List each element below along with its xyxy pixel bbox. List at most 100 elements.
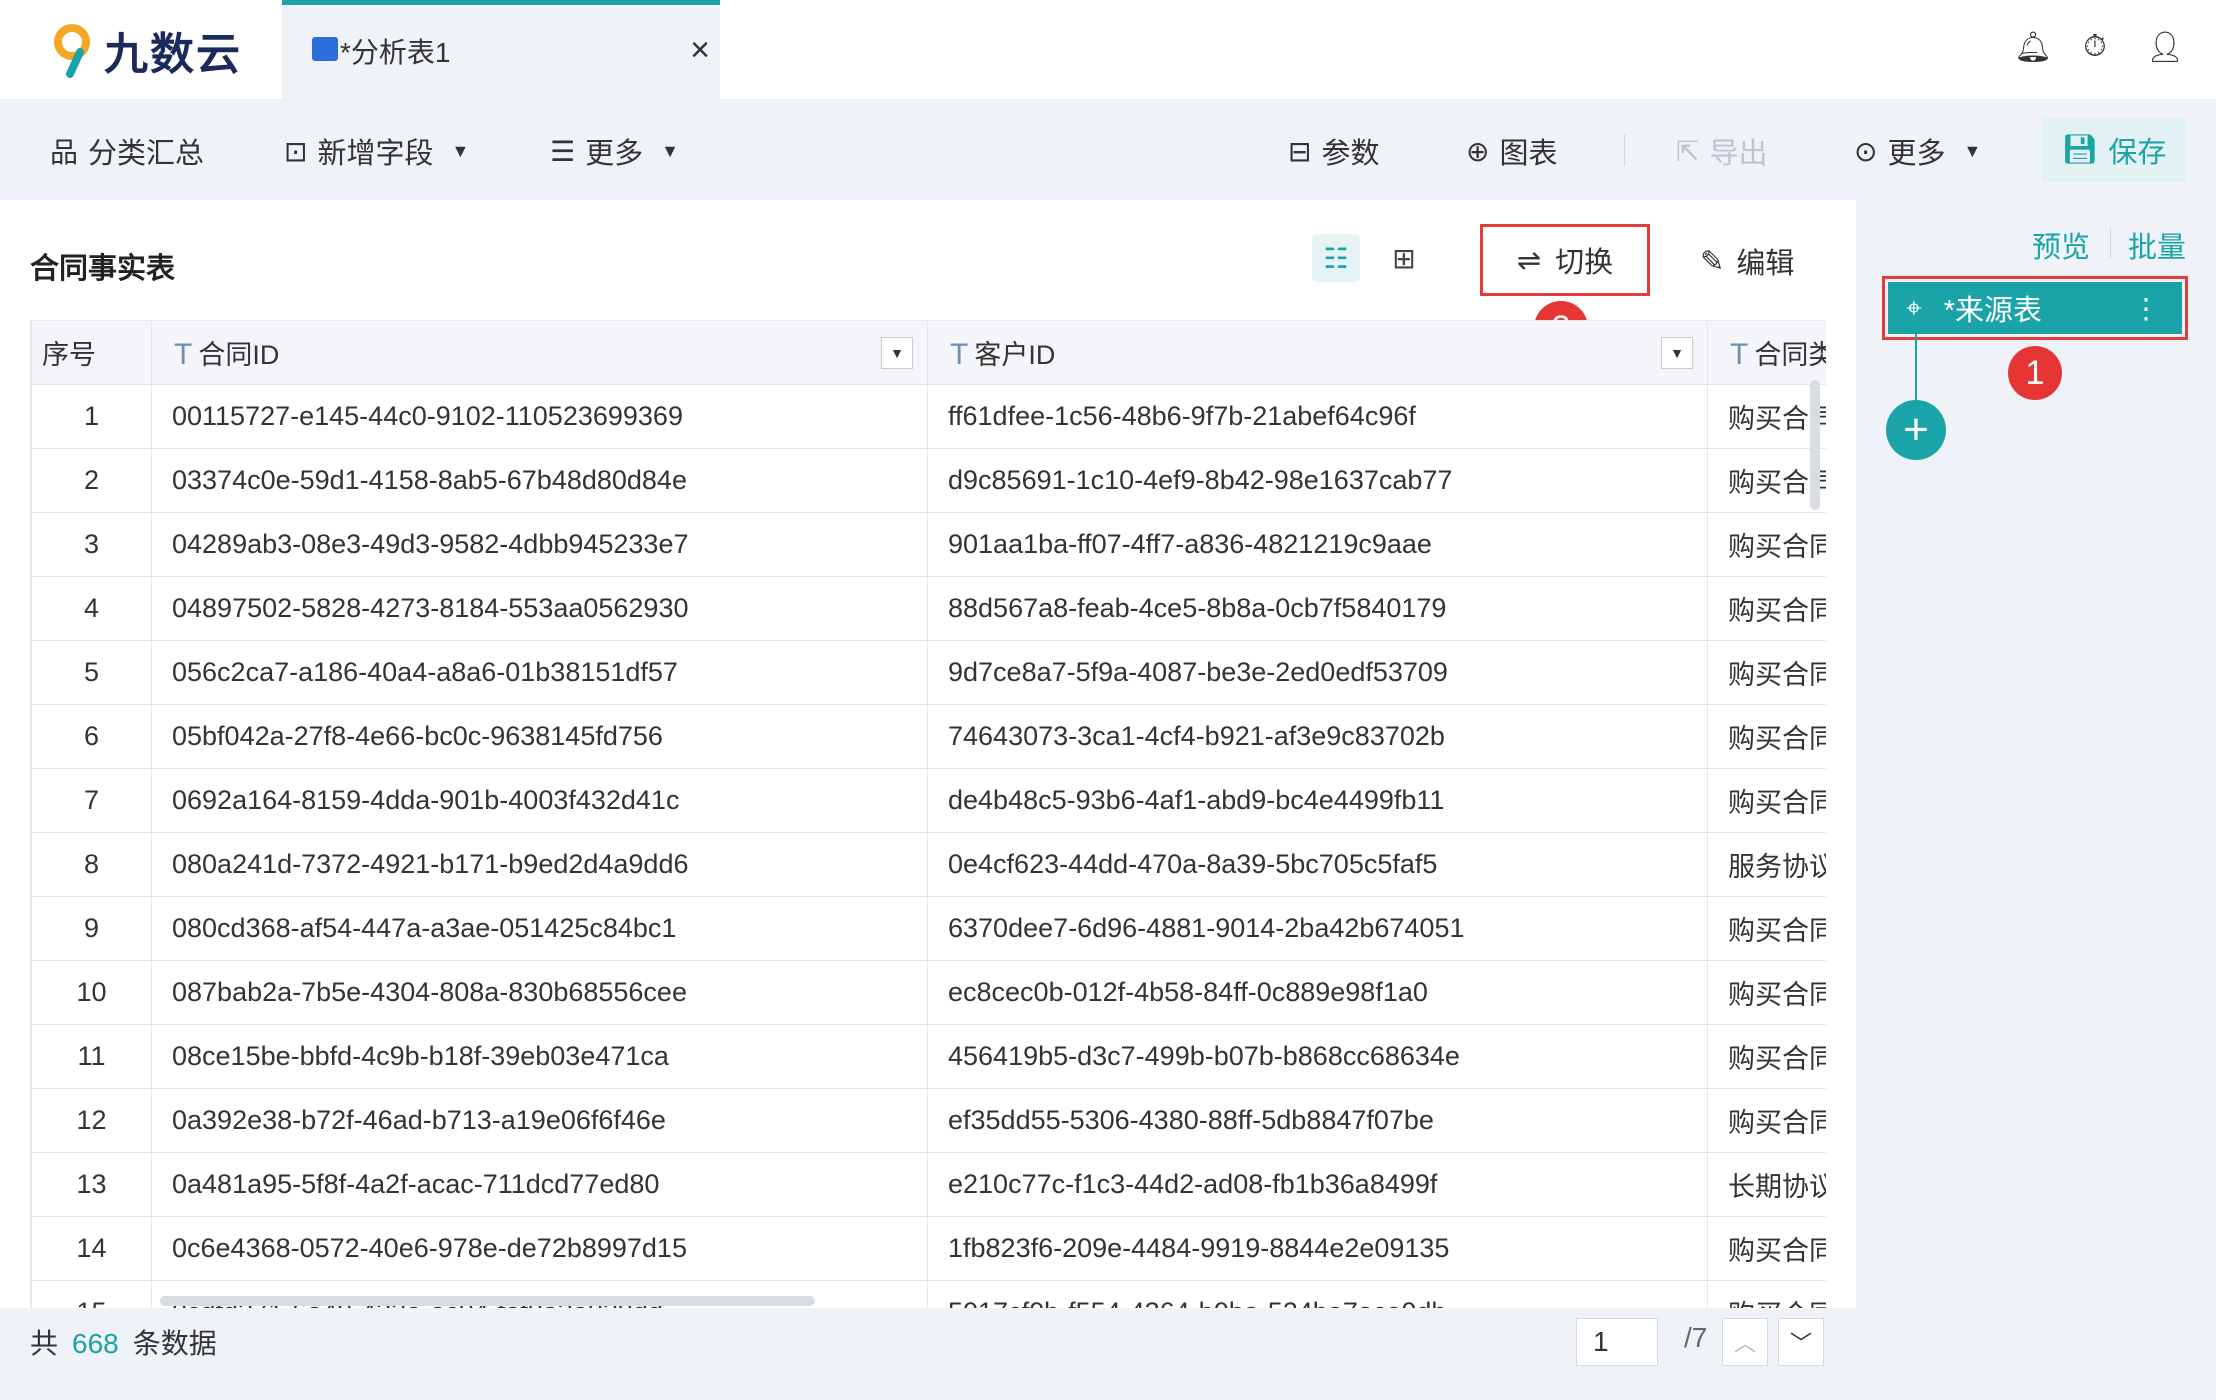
table-row[interactable]: 2 03374c0e-59d1-4158-8ab5-67b48d80d84e d9c…	[31, 448, 1826, 513]
user-icon[interactable]: 👤︎	[2146, 30, 2184, 65]
tab-analysis-1[interactable]: *分析表1 ×	[282, 0, 720, 100]
cell-contract-id: 00115727-e145-44c0-9102-110523699369	[151, 384, 928, 449]
group-summary-button[interactable]: 品 分类汇总	[50, 130, 204, 172]
add-field-button[interactable]: ⊡ 新增字段 ▼	[284, 130, 469, 172]
cell-customer-id: 0e4cf623-44dd-470a-8a39-5bc705c5faf5	[927, 832, 1708, 897]
list-icon: ☰	[550, 135, 576, 167]
caret-down-icon: ▼	[1963, 140, 1982, 161]
cell-seq: 8	[31, 832, 152, 897]
batch-link[interactable]: 批量	[2128, 224, 2186, 266]
add-node-button[interactable]: +	[1886, 400, 1946, 460]
group-summary-label: 分类汇总	[88, 138, 205, 170]
cell-contract-type: 购买合同	[1707, 896, 1826, 961]
page-input[interactable]: 1	[1576, 1318, 1658, 1366]
caret-down-icon: ▼	[661, 140, 679, 161]
cell-contract-id: 080cd368-af54-447a-a3ae-051425c84bc1	[151, 896, 928, 961]
count-value: 668	[72, 1328, 119, 1359]
table-row[interactable]: 6 05bf042a-27f8-4e66-bc0c-9638145fd756 746…	[31, 704, 1826, 769]
dropdown-icon[interactable]: ▼	[881, 337, 913, 369]
table-row[interactable]: 1 00115727-e145-44c0-9102-110523699369 ff6…	[31, 384, 1826, 449]
cell-contract-id: 0c6e4368-0572-40e6-978e-de72b8997d15	[151, 1216, 928, 1281]
table-row[interactable]: 10 087bab2a-7b5e-4304-808a-830b68556cee ec…	[31, 960, 1826, 1025]
cell-contract-type: 购买合同	[1707, 576, 1826, 641]
horizontal-scrollbar[interactable]	[160, 1296, 815, 1306]
cell-contract-type: 长期协议	[1707, 1152, 1826, 1217]
export-label: 导出	[1709, 138, 1768, 170]
table-row[interactable]: 7 0692a164-8159-4dda-901b-4003f432d41c de4…	[31, 768, 1826, 833]
ellipsis-circle-icon: ⊙	[1854, 135, 1878, 167]
source-table-node[interactable]: ⌖ *来源表 ⋮	[1888, 282, 2182, 334]
table-row[interactable]: 11 08ce15be-bbfd-4c9b-b18f-39eb03e471ca 45…	[31, 1024, 1826, 1089]
swap-icon: ⇌	[1516, 244, 1542, 277]
column-header-customer-id[interactable]: T 客户ID ▼	[927, 320, 1708, 385]
toolbar-divider	[1624, 134, 1625, 166]
cell-contract-type: 购买合同	[1707, 1024, 1826, 1089]
cell-customer-id: 88d567a8-feab-4ce5-8b8a-0cb7f5840179	[927, 576, 1708, 641]
vertical-scrollbar[interactable]	[1810, 380, 1820, 510]
switch-button[interactable]: ⇌ 切换	[1480, 224, 1650, 296]
table-row[interactable]: 14 0c6e4368-0572-40e6-978e-de72b8997d15 1f…	[31, 1216, 1826, 1281]
count-suffix: 条数据	[132, 1328, 217, 1359]
timer-icon[interactable]: ⏱︎	[2080, 30, 2110, 65]
cell-contract-type: 购买合同	[1707, 768, 1826, 833]
column-label: 合同ID	[198, 340, 280, 370]
table-row[interactable]: 8 080a241d-7372-4921-b171-b9ed2d4a9dd6 0e4…	[31, 832, 1826, 897]
switch-label: 切换	[1555, 247, 1614, 279]
cell-customer-id: 901aa1ba-ff07-4ff7-a836-4821219c9aae	[927, 512, 1708, 577]
cell-contract-type: 购买合同	[1707, 448, 1826, 513]
export-icon: ⇱	[1676, 135, 1700, 167]
table-row[interactable]: 5 056c2ca7-a186-40a4-a8a6-01b38151df57 9d7…	[31, 640, 1826, 705]
more-left-button[interactable]: ☰ 更多 ▼	[550, 130, 679, 172]
cell-contract-id: 080a241d-7372-4921-b171-b9ed2d4a9dd6	[151, 832, 928, 897]
table-row[interactable]: 9 080cd368-af54-447a-a3ae-051425c84bc1 637…	[31, 896, 1826, 961]
table-row[interactable]: 3 04289ab3-08e3-49d3-9582-4dbb945233e7 901…	[31, 512, 1826, 577]
top-icons: 🔔︎ ⏱︎ 👤︎	[2014, 30, 2184, 65]
app-logo[interactable]: 九数云	[50, 22, 242, 79]
export-button[interactable]: ⇱ 导出	[1676, 130, 1767, 172]
cell-seq: 5	[31, 640, 152, 705]
table-row[interactable]: 12 0a392e38-b72f-46ad-b713-a19e06f6f46e ef…	[31, 1088, 1826, 1153]
table-row[interactable]: 13 0a481a95-5f8f-4a2f-acac-711dcd77ed80 e2…	[31, 1152, 1826, 1217]
cell-seq: 1	[31, 384, 152, 449]
cell-contract-type: 购买合同	[1707, 640, 1826, 705]
next-page-button[interactable]: ﹀	[1778, 1318, 1824, 1366]
dropdown-icon[interactable]: ▼	[1661, 337, 1693, 369]
prev-page-button[interactable]: ︿	[1722, 1318, 1768, 1366]
list-view-button[interactable]: ☷	[1312, 234, 1360, 282]
column-label: 序号	[42, 340, 96, 370]
params-icon: ⊟	[1288, 135, 1312, 167]
cell-customer-id: ef35dd55-5306-4380-88ff-5db8847f07be	[927, 1088, 1708, 1153]
save-button[interactable]: 💾︎ 保存	[2042, 118, 2186, 182]
grid-view-icon: ⊞	[1392, 242, 1416, 274]
data-table: 序号 T 合同ID ▼ T客户ID▼ T合同类 100115727-e145-44c…	[30, 320, 1826, 1308]
chart-label: 图表	[1499, 138, 1558, 170]
params-button[interactable]: ⊟ 参数	[1288, 130, 1379, 172]
cell-contract-id: 0a481a95-5f8f-4a2f-acac-711dcd77ed80	[151, 1152, 928, 1217]
column-header-contract-type[interactable]: T合同类	[1707, 320, 1826, 385]
close-icon[interactable]: ×	[690, 33, 710, 67]
grid-view-button[interactable]: ⊞	[1380, 234, 1428, 282]
cell-seq: 2	[31, 448, 152, 513]
cell-contract-type: 购买合同	[1707, 512, 1826, 577]
preview-link[interactable]: 预览	[2032, 224, 2090, 266]
chevron-down-icon: ﹀	[1789, 1331, 1812, 1356]
edit-button[interactable]: ✎ 编辑	[1700, 240, 1794, 282]
cell-seq: 10	[31, 960, 152, 1025]
cell-customer-id: ff61dfee-1c56-48b6-9f7b-21abef64c96f	[927, 384, 1708, 449]
more-vertical-icon[interactable]: ⋮	[2132, 292, 2160, 325]
cell-customer-id: d9c85691-1c10-4ef9-8b42-98e1637cab77	[927, 448, 1708, 513]
cell-seq: 13	[31, 1152, 152, 1217]
text-type-icon: T	[1730, 338, 1749, 371]
more-left-label: 更多	[585, 138, 644, 170]
edit-label: 编辑	[1736, 248, 1795, 280]
cell-contract-type: 购买合同	[1707, 704, 1826, 769]
more-right-button[interactable]: ⊙ 更多 ▼	[1854, 130, 1981, 172]
cell-seq: 4	[31, 576, 152, 641]
bell-icon[interactable]: 🔔︎	[2014, 30, 2052, 65]
table-row[interactable]: 4 04897502-5828-4273-8184-553aa0562930 88d…	[31, 576, 1826, 641]
cell-customer-id: 456419b5-d3c7-499b-b07b-b868cc68634e	[927, 1024, 1708, 1089]
column-header-contract-id[interactable]: T 合同ID ▼	[151, 320, 928, 385]
chart-button[interactable]: ⊕ 图表	[1466, 130, 1557, 172]
cell-contract-type: 购买合同	[1707, 1216, 1826, 1281]
target-icon: ⌖	[1906, 291, 1922, 323]
